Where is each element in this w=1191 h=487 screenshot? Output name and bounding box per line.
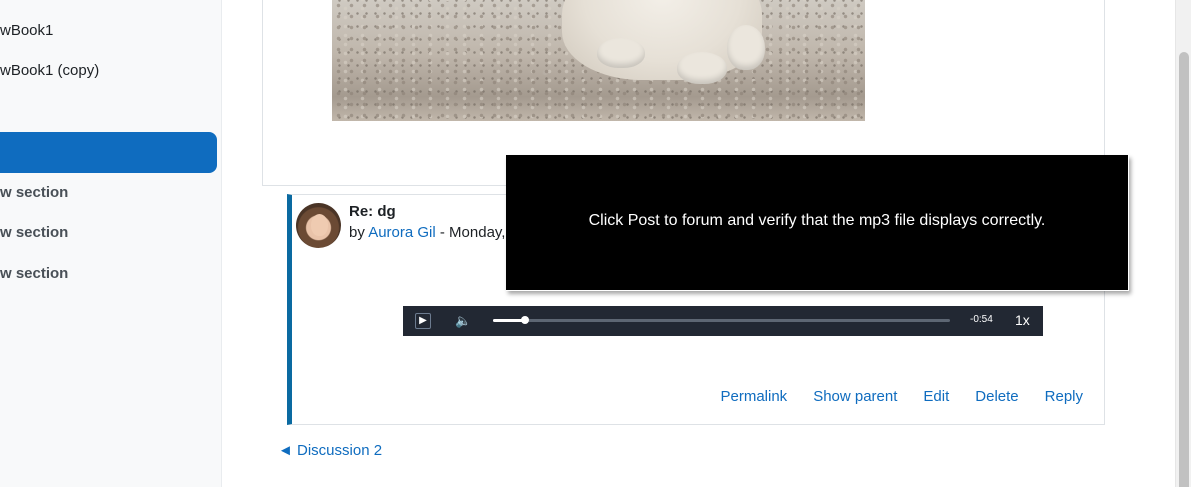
- audio-player: ▶ 🔈 -0:54 1x: [403, 306, 1043, 336]
- volume-icon: 🔈: [455, 313, 472, 328]
- image-dog-paw-right: [677, 52, 727, 84]
- seek-slider[interactable]: [493, 316, 950, 324]
- tour-step-popover: Click Post to forum and verify that the …: [506, 155, 1129, 291]
- avatar-face: [311, 214, 328, 236]
- course-index-item-book1-copy[interactable]: wBook1 (copy): [0, 62, 99, 79]
- course-index-item-book1[interactable]: wBook1: [0, 22, 53, 39]
- course-index-drawer: wBook1 wBook1 (copy) w section w section…: [0, 0, 222, 487]
- byline-date: - Monday,: [435, 224, 506, 241]
- edit-link[interactable]: Edit: [923, 388, 949, 405]
- play-icon: ▶: [419, 315, 427, 326]
- course-index-section-2[interactable]: w section: [0, 224, 68, 241]
- previous-discussion-link[interactable]: ◄ Discussion 2: [278, 442, 382, 459]
- reply-byline: by Aurora Gil - Monday,: [349, 224, 505, 241]
- seek-thumb[interactable]: [520, 316, 529, 324]
- tour-step-message: Click Post to forum and verify that the …: [588, 211, 1046, 229]
- time-remaining: -0:54: [970, 314, 993, 325]
- avatar[interactable]: [296, 203, 341, 248]
- playback-rate-button[interactable]: 1x: [1015, 312, 1030, 328]
- course-index-section-1[interactable]: w section: [0, 184, 68, 201]
- reply-link[interactable]: Reply: [1045, 388, 1083, 405]
- permalink-link[interactable]: Permalink: [721, 388, 788, 405]
- course-index-active-item[interactable]: [0, 132, 217, 173]
- byline-prefix: by: [349, 224, 369, 241]
- course-index-section-3[interactable]: w section: [0, 265, 68, 282]
- image-dog-paw-left: [597, 38, 645, 68]
- page-scrollbar[interactable]: [1175, 0, 1191, 487]
- post-actions: Permalink Show parent Edit Delete Reply: [721, 388, 1084, 405]
- delete-link[interactable]: Delete: [975, 388, 1018, 405]
- page: wBook1 wBook1 (copy) w section w section…: [0, 0, 1191, 487]
- volume-button[interactable]: 🔈: [455, 312, 473, 330]
- show-parent-link[interactable]: Show parent: [813, 388, 897, 405]
- play-button[interactable]: ▶: [415, 313, 431, 329]
- post-image-dog: [332, 0, 865, 121]
- author-link[interactable]: Aurora Gil: [368, 224, 436, 241]
- image-dog-hind-leg: [727, 25, 765, 70]
- reply-subject: Re: dg: [349, 203, 396, 220]
- scrollbar-thumb[interactable]: [1179, 52, 1189, 487]
